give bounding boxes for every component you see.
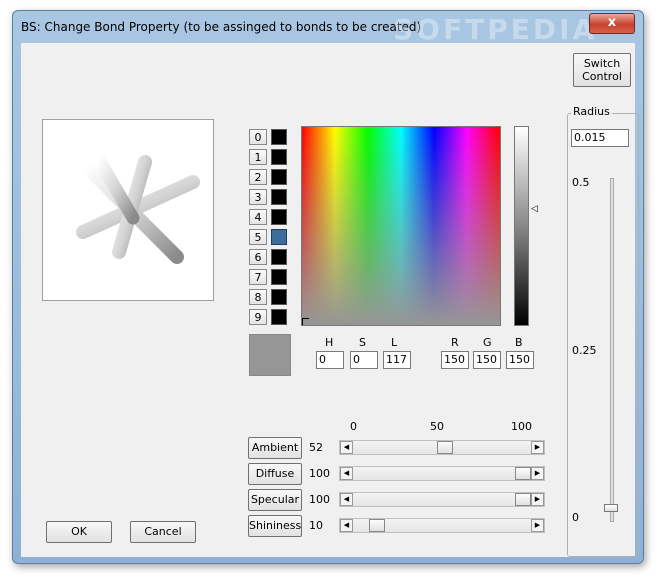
scale-label-100: 100 [511, 420, 532, 433]
cancel-label: Cancel [144, 525, 182, 538]
palette-index-button-7[interactable]: 7 [249, 269, 267, 285]
scale-label-50: 50 [430, 420, 444, 433]
watermark: SOFTPEDIA [393, 13, 598, 46]
radius-scale-top: 0.5 [572, 176, 590, 189]
palette-swatch-8[interactable] [271, 289, 287, 305]
palette-swatch-1[interactable] [271, 149, 287, 165]
palette-swatch-7[interactable] [271, 269, 287, 285]
radius-input[interactable]: 0.015 [571, 129, 629, 147]
shininess-slider-thumb[interactable] [369, 519, 385, 532]
current-color-swatch [249, 334, 291, 376]
luminance-marker-icon[interactable]: ◁ [531, 204, 538, 214]
lightness-label: L [391, 336, 398, 349]
lightness-input[interactable]: 117 [383, 351, 411, 369]
shininess-left-arrow-icon[interactable]: ◀ [340, 519, 353, 532]
radius-scale-mid: 0.25 [572, 344, 597, 357]
shininess-right-arrow-icon[interactable]: ▶ [531, 519, 544, 532]
palette-index-button-3[interactable]: 3 [249, 189, 267, 205]
bond-preview-image [76, 153, 200, 264]
shininess-value: 10 [309, 519, 323, 532]
window-title: BS: Change Bond Property (to be assinged… [21, 20, 422, 34]
specular-button[interactable]: Specular [248, 489, 302, 511]
ambient-button[interactable]: Ambient [248, 437, 302, 459]
palette-swatch-3[interactable] [271, 189, 287, 205]
close-button[interactable]: x [589, 13, 635, 34]
palette-index-button-9[interactable]: 9 [249, 309, 267, 325]
palette-index-button-6[interactable]: 6 [249, 249, 267, 265]
diffuse-right-arrow-icon[interactable]: ▶ [531, 467, 544, 480]
specular-slider[interactable]: ◀ ▶ [339, 492, 545, 507]
specular-value: 100 [309, 493, 330, 506]
palette-index-button-8[interactable]: 8 [249, 289, 267, 305]
spectrum-marker [302, 318, 309, 325]
saturation-input[interactable]: 0 [350, 351, 378, 369]
hue-label: H [325, 336, 334, 349]
diffuse-left-arrow-icon[interactable]: ◀ [340, 467, 353, 480]
diffuse-slider[interactable]: ◀ ▶ [339, 466, 545, 481]
shininess-slider[interactable]: ◀ ▶ [339, 518, 545, 533]
red-input[interactable]: 150 [441, 351, 469, 369]
ok-label: OK [71, 525, 87, 538]
green-input[interactable]: 150 [473, 351, 501, 369]
radius-scale-bottom: 0 [572, 511, 579, 524]
radius-slider-track[interactable] [610, 178, 614, 522]
specular-slider-thumb[interactable] [515, 493, 531, 506]
palette-swatch-6[interactable] [271, 249, 287, 265]
client-area: Switch Control 0 1 2 3 4 5 6 7 8 9 ◁ H S… [21, 43, 639, 557]
palette-index-button-1[interactable]: 1 [249, 149, 267, 165]
switch-control-label: Switch Control [582, 57, 622, 83]
diffuse-slider-thumb[interactable] [515, 467, 531, 480]
red-label: R [451, 336, 459, 349]
saturation-label: S [359, 336, 366, 349]
dialog-window: BS: Change Bond Property (to be assinged… [12, 10, 644, 564]
diffuse-button[interactable]: Diffuse [248, 463, 302, 485]
luminance-bar[interactable] [514, 126, 529, 326]
palette-swatch-4[interactable] [271, 209, 287, 225]
switch-control-button[interactable]: Switch Control [573, 53, 631, 87]
blue-label: B [515, 336, 523, 349]
blue-input[interactable]: 150 [506, 351, 534, 369]
palette-index-button-0[interactable]: 0 [249, 129, 267, 145]
specular-label: Specular [250, 493, 300, 506]
ok-button[interactable]: OK [46, 521, 112, 543]
ambient-left-arrow-icon[interactable]: ◀ [340, 441, 353, 454]
shininess-button[interactable]: Shininess [248, 515, 302, 537]
bond-preview [42, 119, 214, 301]
ambient-label: Ambient [251, 441, 299, 454]
palette-swatch-2[interactable] [271, 169, 287, 185]
diffuse-label: Diffuse [255, 467, 295, 480]
palette-swatch-9[interactable] [271, 309, 287, 325]
specular-left-arrow-icon[interactable]: ◀ [340, 493, 353, 506]
hue-input[interactable]: 0 [316, 351, 344, 369]
color-spectrum[interactable] [301, 126, 501, 326]
title-bar[interactable]: BS: Change Bond Property (to be assinged… [13, 11, 643, 46]
diffuse-value: 100 [309, 467, 330, 480]
green-label: G [483, 336, 492, 349]
ambient-slider-thumb[interactable] [437, 441, 453, 454]
cancel-button[interactable]: Cancel [130, 521, 196, 543]
ambient-value: 52 [309, 441, 323, 454]
scale-label-0: 0 [350, 420, 357, 433]
ambient-slider[interactable]: ◀ ▶ [339, 440, 545, 455]
shininess-label: Shininess [249, 519, 302, 532]
palette-index-button-4[interactable]: 4 [249, 209, 267, 225]
palette-index-button-2[interactable]: 2 [249, 169, 267, 185]
radius-group-label: Radius [571, 105, 612, 118]
ambient-right-arrow-icon[interactable]: ▶ [531, 441, 544, 454]
palette-swatch-0[interactable] [271, 129, 287, 145]
palette-index-button-5[interactable]: 5 [249, 229, 267, 245]
palette-swatch-5[interactable] [271, 229, 287, 245]
specular-right-arrow-icon[interactable]: ▶ [531, 493, 544, 506]
radius-slider-thumb[interactable] [604, 504, 618, 512]
